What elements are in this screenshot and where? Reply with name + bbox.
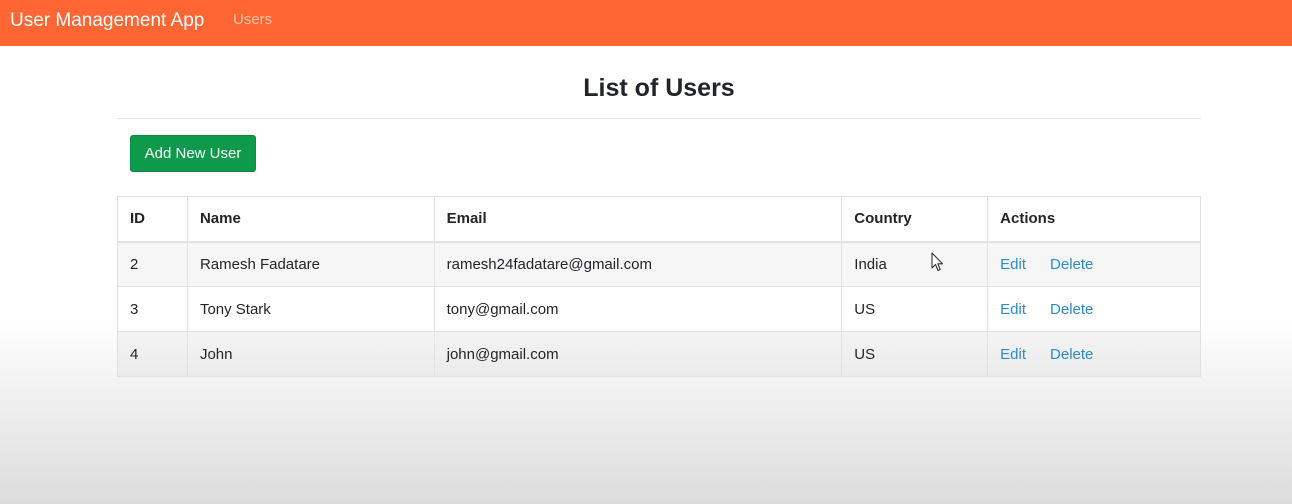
header-id: ID: [117, 196, 188, 243]
cell-email: ramesh24fadatare@gmail.com: [433, 241, 843, 287]
table-header: ID Name Email Country Actions: [117, 196, 1201, 243]
table-row: 2 Ramesh Fadatare ramesh24fadatare@gmail…: [117, 241, 1201, 287]
edit-link[interactable]: Edit: [1000, 301, 1026, 318]
header-actions: Actions: [987, 196, 1201, 243]
delete-link[interactable]: Delete: [1050, 256, 1093, 273]
edit-link[interactable]: Edit: [1000, 256, 1026, 273]
cell-actions: Edit Delete: [987, 286, 1201, 332]
navbar: User Management App Users: [0, 0, 1292, 46]
cell-country: India: [841, 241, 989, 287]
divider: [117, 118, 1201, 119]
cell-id: 2: [117, 241, 188, 287]
users-table: ID Name Email Country Actions 2 Ramesh F…: [117, 196, 1201, 377]
cell-name: John: [186, 331, 435, 377]
header-email: Email: [433, 196, 843, 243]
header-row: ID Name Email Country Actions: [117, 196, 1201, 243]
brand-link[interactable]: User Management App: [10, 9, 204, 33]
cell-country: US: [841, 331, 989, 377]
add-new-user-button[interactable]: Add New User: [130, 135, 256, 172]
cell-actions: Edit Delete: [987, 241, 1201, 287]
page-title: List of Users: [583, 74, 735, 102]
table-body: 2 Ramesh Fadatare ramesh24fadatare@gmail…: [117, 241, 1201, 377]
table-row: 4 John john@gmail.com US Edit Delete: [117, 331, 1201, 377]
cell-actions: Edit Delete: [987, 331, 1201, 377]
mouse-pointer-icon: [931, 252, 944, 272]
delete-link[interactable]: Delete: [1050, 346, 1093, 363]
cell-id: 4: [117, 331, 188, 377]
cell-id: 3: [117, 286, 188, 332]
cell-name: Tony Stark: [186, 286, 435, 332]
delete-link[interactable]: Delete: [1050, 301, 1093, 318]
header-country: Country: [841, 196, 989, 243]
cell-country: US: [841, 286, 989, 332]
edit-link[interactable]: Edit: [1000, 346, 1026, 363]
cell-email: john@gmail.com: [433, 331, 843, 377]
nav-link-users[interactable]: Users: [233, 11, 272, 29]
table-row: 3 Tony Stark tony@gmail.com US Edit Delet…: [117, 286, 1201, 332]
cell-email: tony@gmail.com: [433, 286, 843, 332]
cell-name: Ramesh Fadatare: [186, 241, 435, 287]
header-name: Name: [186, 196, 435, 243]
